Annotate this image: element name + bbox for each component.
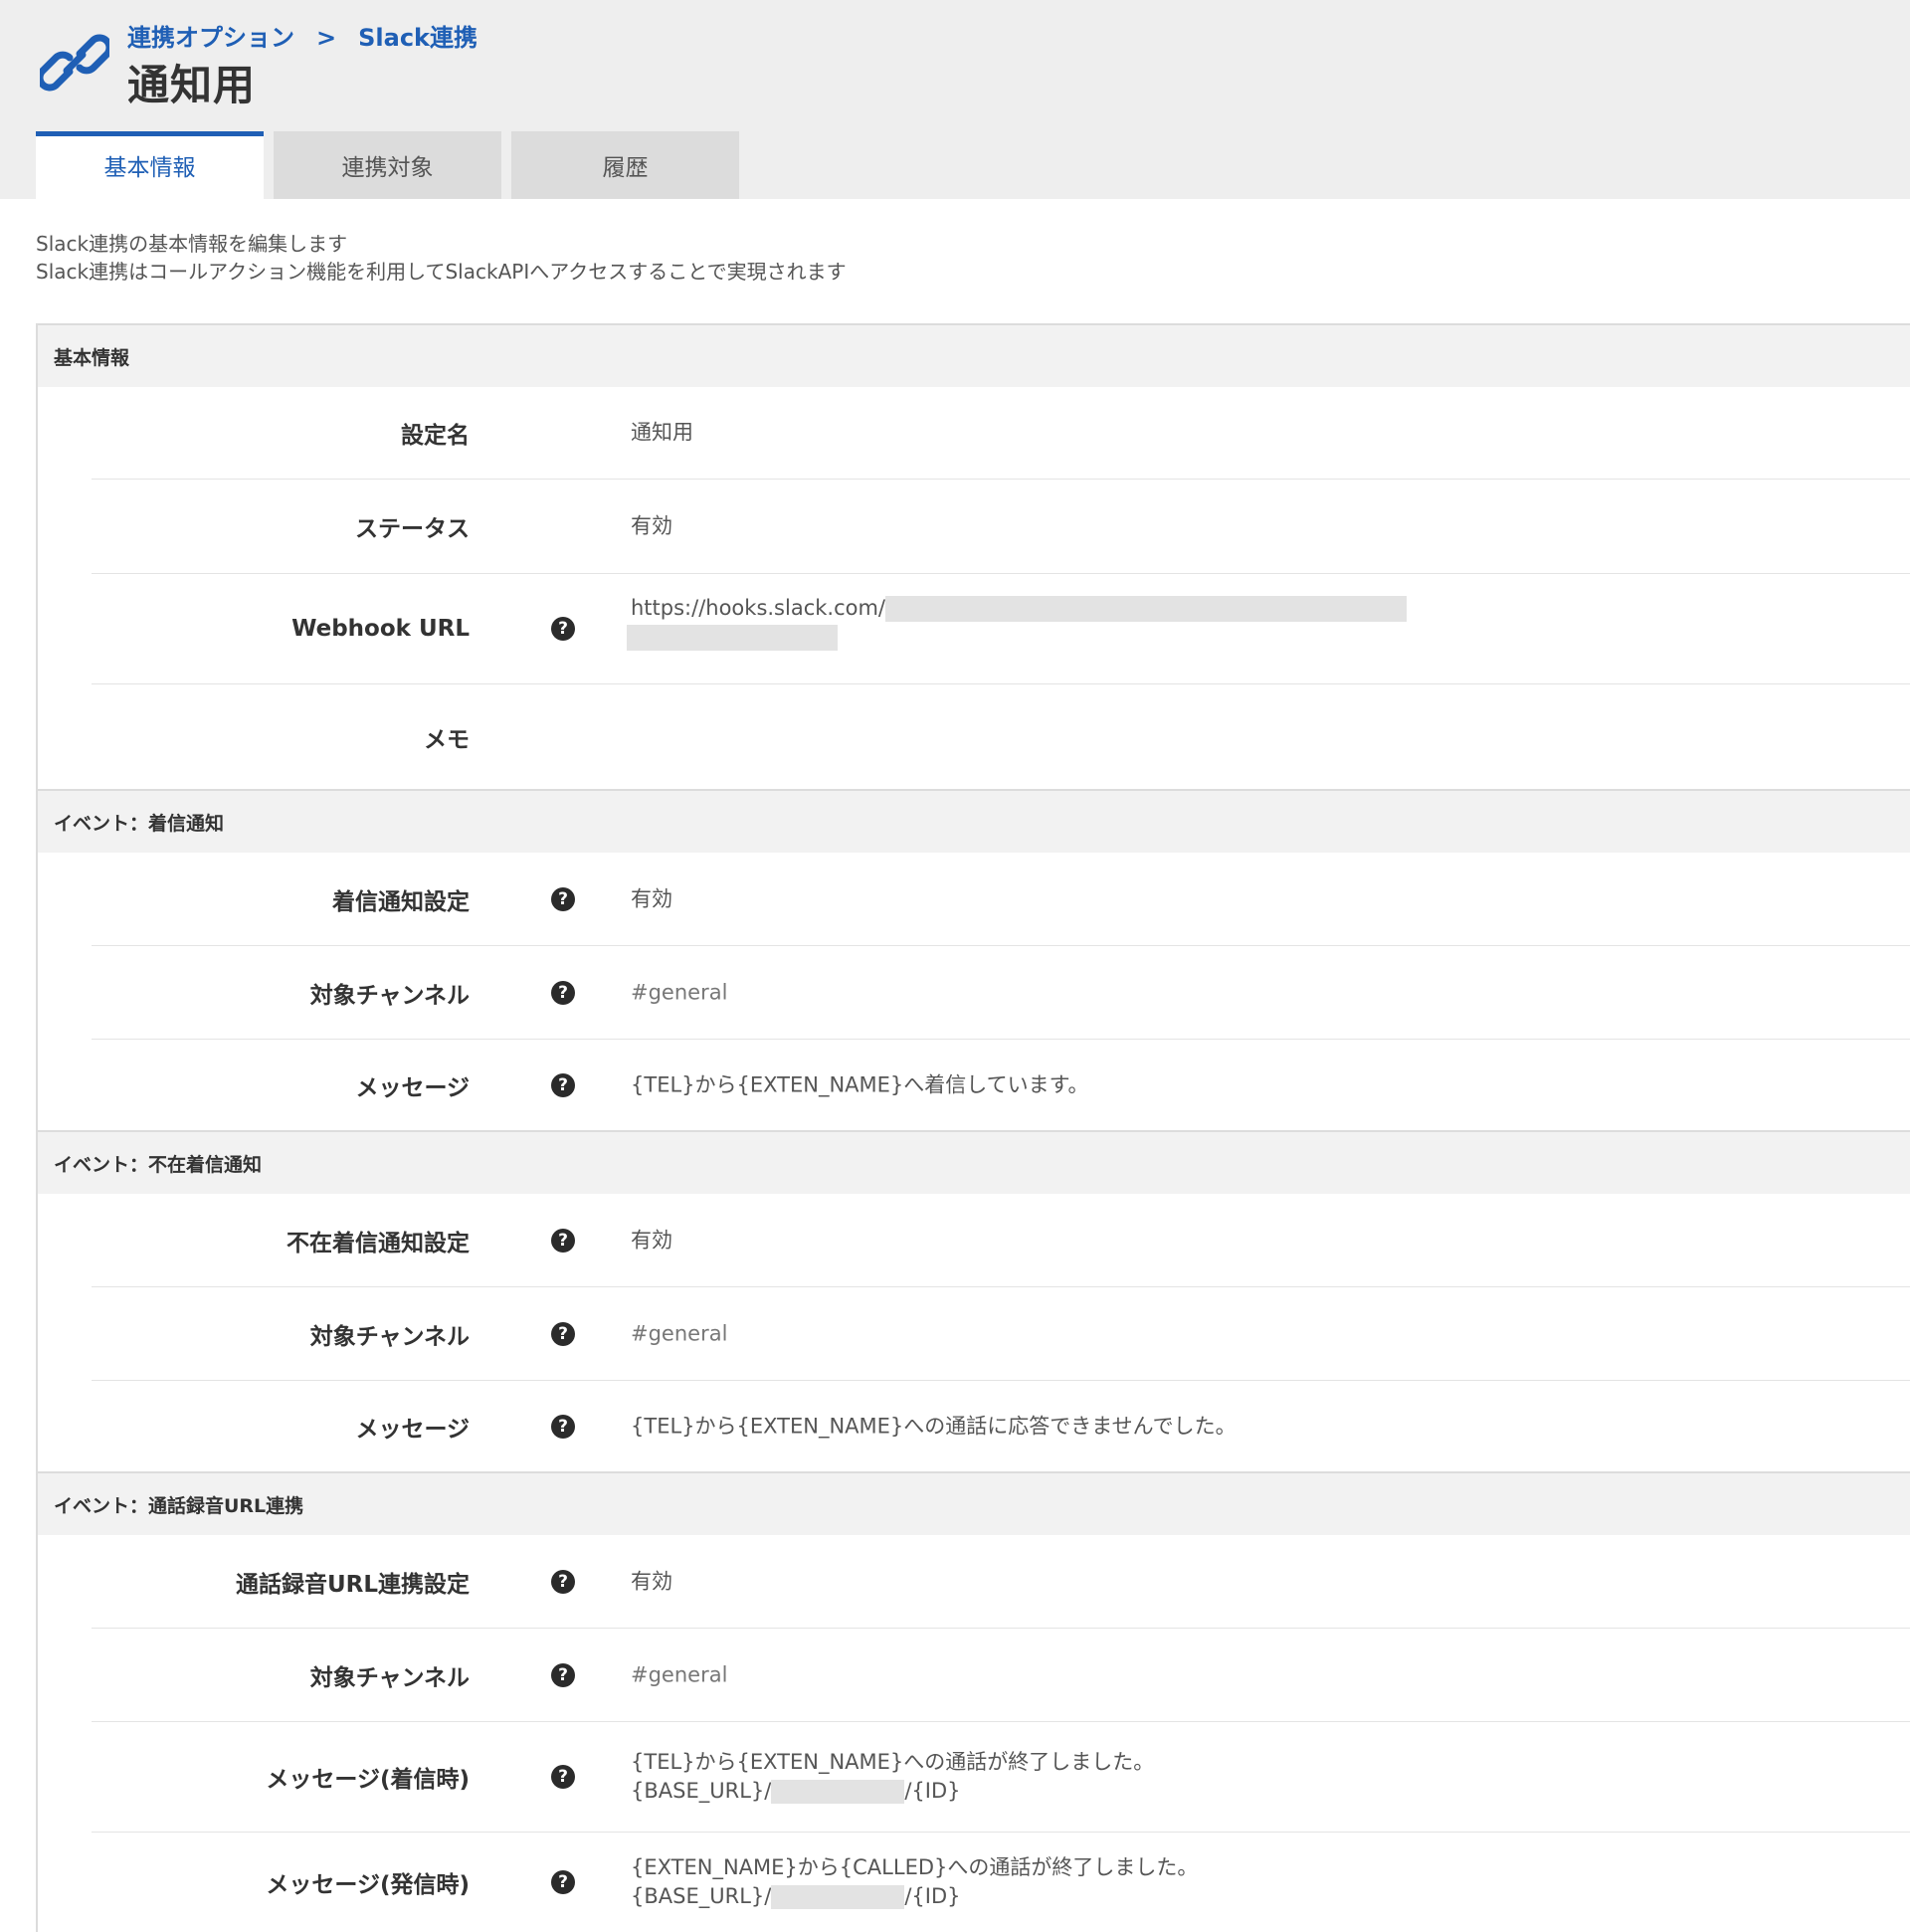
section-header-basic: 基本情報 (38, 325, 1910, 387)
base-url-prefix: {BASE_URL}/ (631, 1779, 772, 1803)
intro-text: Slack連携の基本情報を編集します Slack連携はコールアクション機能を利用… (36, 230, 847, 286)
help-icon[interactable]: ? (551, 1662, 575, 1687)
redacted-block (885, 596, 1408, 622)
recording-msg-outgoing-label: メッセージ(発信時) (266, 1872, 470, 1898)
row-setting-name: 設定名 通知用 (92, 387, 1910, 480)
status-value: 有効 (631, 513, 672, 538)
page-header: 連携オプション > Slack連携 通知用 基本情報 連携対象 履歴 (0, 0, 1910, 199)
row-incoming-channel: 対象チャンネル ? #general (92, 946, 1910, 1040)
intro-line-1: Slack連携の基本情報を編集します (36, 232, 348, 256)
incoming-setting-label: 着信通知設定 (332, 888, 470, 915)
missed-message-value: {TEL}から{EXTEN_NAME}への通話に応答できませんでした。 (631, 1414, 1237, 1438)
tab-bar: 基本情報 連携対象 履歴 (36, 131, 749, 199)
recording-msg-incoming-label: メッセージ(着信時) (266, 1767, 470, 1793)
recording-channel-label: 対象チャンネル (309, 1664, 470, 1691)
help-icon[interactable]: ? (551, 886, 575, 911)
row-recording-setting: 通話録音URL連携設定 ? 有効 (92, 1535, 1910, 1629)
help-icon[interactable]: ? (551, 1228, 575, 1253)
id-suffix: /{ID} (904, 1779, 961, 1803)
webhook-url-label: Webhook URL (291, 616, 470, 642)
breadcrumb-current[interactable]: Slack連携 (358, 24, 478, 52)
help-icon[interactable]: ? (551, 1321, 575, 1346)
help-icon[interactable]: ? (551, 980, 575, 1005)
setting-name-label: 設定名 (401, 423, 470, 449)
breadcrumb: 連携オプション > Slack連携 (127, 18, 478, 53)
row-incoming-setting: 着信通知設定 ? 有効 (92, 853, 1910, 946)
incoming-setting-value: 有効 (631, 886, 672, 910)
row-memo: メモ (92, 684, 1910, 789)
section-header-recording: イベント：通話録音URL連携 (38, 1471, 1910, 1535)
row-status: ステータス 有効 (92, 480, 1910, 574)
breadcrumb-separator: > (316, 24, 337, 52)
help-icon[interactable]: ? (551, 1569, 575, 1594)
id-suffix: /{ID} (904, 1884, 961, 1908)
incoming-message-value: {TEL}から{EXTEN_NAME}へ着信しています。 (631, 1072, 1089, 1096)
row-recording-channel: 対象チャンネル ? #general (92, 1629, 1910, 1722)
row-recording-message-outgoing: メッセージ(発信時) ? {EXTEN_NAME}から{CALLED}への通話が… (92, 1833, 1910, 1932)
settings-panel: 基本情報 設定名 通知用 ステータス 有効 Webhook URL ? http… (36, 323, 1910, 1932)
status-label: ステータス (355, 516, 470, 542)
row-recording-message-incoming: メッセージ(着信時) ? {TEL}から{EXTEN_NAME}への通話が終了し… (92, 1722, 1910, 1833)
row-webhook-url: Webhook URL ? https://hooks.slack.com/ (92, 574, 1910, 684)
page-title: 通知用 (127, 61, 257, 109)
webhook-url-value: https://hooks.slack.com/ (627, 594, 1408, 652)
row-incoming-message: メッセージ ? {TEL}から{EXTEN_NAME}へ着信しています。 (92, 1040, 1910, 1130)
base-url-prefix: {BASE_URL}/ (631, 1884, 772, 1908)
help-icon[interactable]: ? (551, 1414, 575, 1439)
intro-line-2: Slack連携はコールアクション機能を利用してSlackAPIへアクセスすること… (36, 260, 847, 284)
recording-setting-value: 有効 (631, 1569, 672, 1593)
incoming-channel-value: #general (631, 980, 728, 1004)
help-icon[interactable]: ? (551, 617, 575, 641)
row-missed-message: メッセージ ? {TEL}から{EXTEN_NAME}への通話に応答できませんで… (92, 1381, 1910, 1471)
incoming-channel-label: 対象チャンネル (309, 982, 470, 1009)
link-icon (40, 34, 109, 92)
recording-msg-incoming-line1: {TEL}から{EXTEN_NAME}への通話が終了しました。 (631, 1750, 1155, 1774)
breadcrumb-parent[interactable]: 連携オプション (127, 24, 294, 52)
tab-history[interactable]: 履歴 (511, 131, 739, 199)
missed-channel-value: #general (631, 1321, 728, 1345)
missed-setting-label: 不在着信通知設定 (286, 1230, 470, 1256)
tab-targets[interactable]: 連携対象 (274, 131, 501, 199)
recording-channel-value: #general (631, 1662, 728, 1686)
setting-name-value: 通知用 (631, 420, 693, 445)
redacted-block (771, 1885, 905, 1909)
help-icon[interactable]: ? (551, 1072, 575, 1097)
row-missed-setting: 不在着信通知設定 ? 有効 (92, 1194, 1910, 1287)
redacted-block (627, 625, 838, 651)
section-header-incoming: イベント：着信通知 (38, 789, 1910, 853)
recording-msg-incoming-value: {TEL}から{EXTEN_NAME}への通話が終了しました。 {BASE_UR… (631, 1748, 1154, 1806)
webhook-url-text: https://hooks.slack.com/ (631, 596, 886, 620)
tab-basic-info[interactable]: 基本情報 (36, 131, 264, 199)
memo-label: メモ (424, 726, 470, 753)
recording-msg-outgoing-line1: {EXTEN_NAME}から{CALLED}への通話が終了しました。 (631, 1855, 1199, 1879)
missed-message-label: メッセージ (355, 1416, 470, 1443)
help-icon[interactable]: ? (551, 1870, 575, 1894)
recording-msg-outgoing-value: {EXTEN_NAME}から{CALLED}への通話が終了しました。 {BASE… (631, 1853, 1198, 1911)
incoming-message-label: メッセージ (355, 1074, 470, 1101)
missed-setting-value: 有効 (631, 1228, 672, 1252)
recording-setting-label: 通話録音URL連携設定 (235, 1571, 470, 1598)
section-header-missed: イベント：不在着信通知 (38, 1130, 1910, 1194)
redacted-block (771, 1780, 905, 1804)
row-missed-channel: 対象チャンネル ? #general (92, 1287, 1910, 1381)
missed-channel-label: 対象チャンネル (309, 1323, 470, 1350)
help-icon[interactable]: ? (551, 1765, 575, 1789)
